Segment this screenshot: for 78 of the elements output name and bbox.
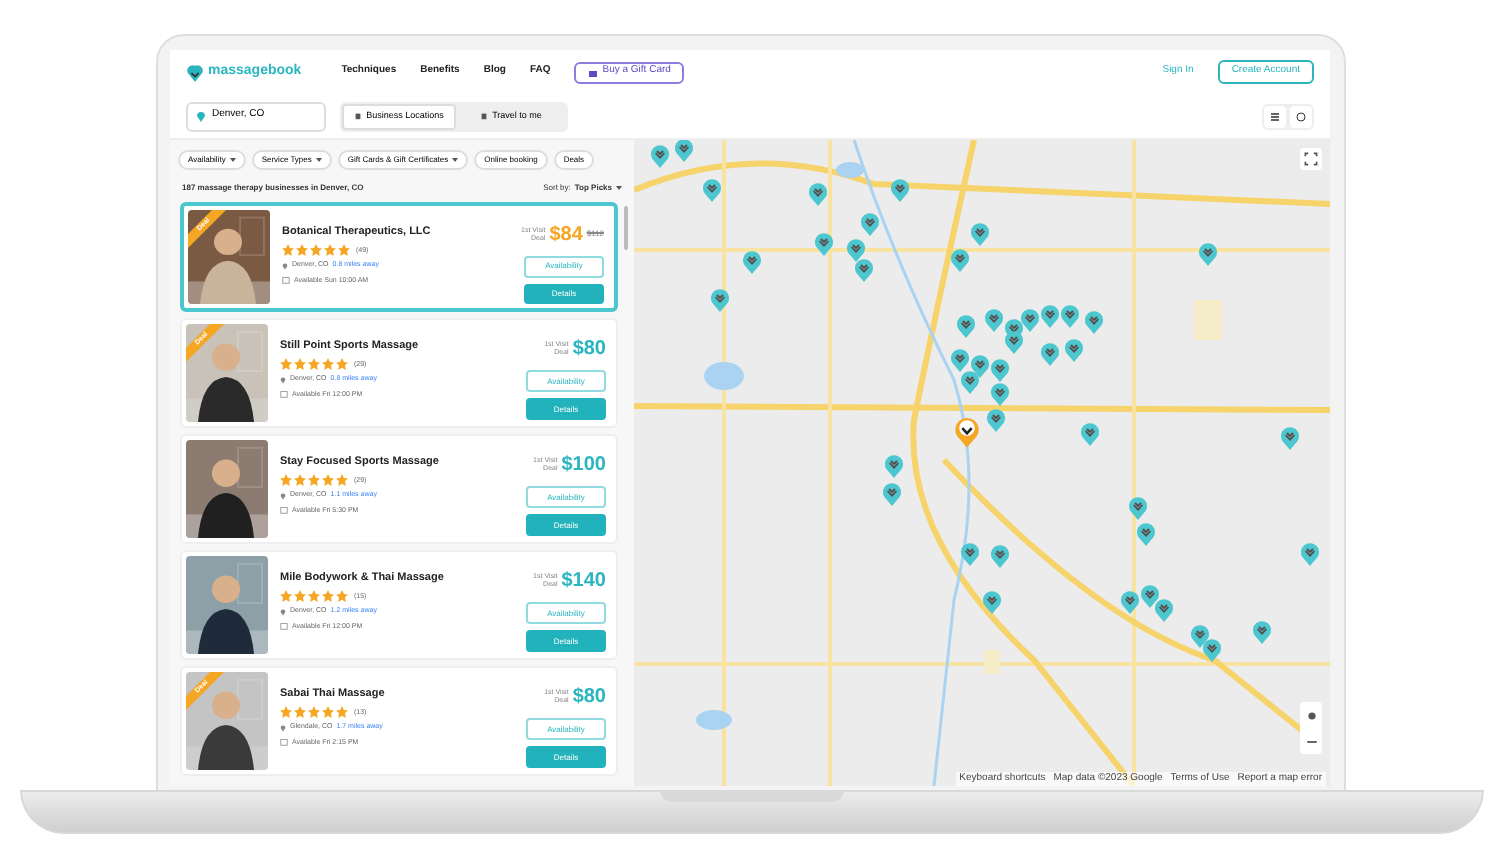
map-pin-icon[interactable] <box>860 212 880 236</box>
map-pin-icon[interactable] <box>1020 308 1040 332</box>
map-pin-icon[interactable] <box>990 358 1010 382</box>
map-pin-icon[interactable] <box>960 370 980 394</box>
map-pin-icon[interactable] <box>1252 620 1272 644</box>
map-pin-icon[interactable] <box>982 590 1002 614</box>
map-pin-icon[interactable] <box>990 382 1010 406</box>
map-pin-icon[interactable] <box>1202 638 1222 662</box>
park-area <box>984 650 1000 674</box>
price: $100 <box>561 451 606 479</box>
calendar-icon <box>282 276 290 285</box>
map-pin-icon[interactable] <box>1120 590 1140 614</box>
map-pin-icon[interactable] <box>990 544 1010 568</box>
pin-icon <box>196 110 206 122</box>
calendar-icon <box>280 390 288 399</box>
calendar-icon <box>280 622 288 631</box>
map-pin-icon[interactable] <box>1064 338 1084 362</box>
price: $84 <box>549 221 583 249</box>
map-pin-icon[interactable] <box>956 314 976 338</box>
map-pin-icon[interactable] <box>984 308 1004 332</box>
price: $80 <box>572 683 606 711</box>
map-pin-icon[interactable] <box>1040 342 1060 366</box>
map-pin-icon[interactable] <box>950 248 970 272</box>
map-pin-icon[interactable] <box>1300 542 1320 566</box>
price: $140 <box>561 567 606 595</box>
scrollbar[interactable] <box>624 206 628 250</box>
map-pin-icon[interactable] <box>1060 304 1080 328</box>
caret-icon <box>616 185 622 189</box>
map-pin-icon[interactable] <box>1004 330 1024 354</box>
pin-icon <box>280 491 286 500</box>
map-pin-icon[interactable] <box>1084 310 1104 334</box>
calendar-icon <box>280 738 288 747</box>
map-pin-icon[interactable] <box>1140 584 1160 608</box>
lake <box>696 710 732 730</box>
map-pin-icon[interactable] <box>702 178 722 202</box>
map-pin-icon[interactable] <box>846 238 866 262</box>
map-pin-icon[interactable] <box>808 182 828 206</box>
map-pin-icon[interactable] <box>890 178 910 202</box>
caret-icon <box>452 158 459 162</box>
map-pin-icon[interactable] <box>742 250 762 274</box>
map-pin-icon[interactable] <box>882 482 902 506</box>
map-pin-icon[interactable] <box>960 542 980 566</box>
lake <box>704 362 744 390</box>
pin-icon <box>280 375 286 384</box>
pin-icon <box>280 607 286 616</box>
map-pin-icon[interactable] <box>1198 242 1218 266</box>
map-pin-icon[interactable] <box>1154 598 1174 622</box>
map-pin-icon[interactable] <box>854 258 874 282</box>
map-pin-icon[interactable] <box>970 354 990 378</box>
map-view-icon[interactable] <box>1290 105 1312 127</box>
map-pin-icon[interactable] <box>650 144 670 168</box>
map-pin-icon[interactable] <box>970 222 990 246</box>
map-pin-icon[interactable] <box>954 416 980 448</box>
map-pin-icon[interactable] <box>1280 426 1300 450</box>
locate-icon[interactable] <box>1305 709 1317 721</box>
map-pin-icon[interactable] <box>674 140 694 162</box>
map-pin-icon[interactable] <box>1040 304 1060 328</box>
zoom-out-icon[interactable] <box>1305 735 1317 747</box>
map-pin-icon[interactable] <box>1136 522 1156 546</box>
calendar-icon <box>280 506 288 515</box>
pin-icon <box>280 723 286 732</box>
map-pin-icon[interactable] <box>950 348 970 372</box>
map-pin-icon[interactable] <box>884 454 904 478</box>
map-pin-icon[interactable] <box>1190 624 1210 648</box>
map-pin-icon[interactable] <box>986 408 1006 432</box>
pin-icon <box>282 261 288 270</box>
map-pin-icon[interactable] <box>1128 496 1148 520</box>
price: $80 <box>572 335 606 363</box>
map-pin-icon[interactable] <box>814 232 834 256</box>
lake <box>836 162 864 178</box>
map-pin-icon[interactable] <box>710 288 730 312</box>
caret-icon <box>315 158 322 162</box>
park-area <box>1194 300 1222 340</box>
caret-icon <box>229 158 236 162</box>
list-view-icon[interactable] <box>1264 105 1286 127</box>
map-pin-icon[interactable] <box>1080 422 1100 446</box>
logo-icon <box>186 63 204 81</box>
fullscreen-icon[interactable] <box>1300 148 1322 170</box>
